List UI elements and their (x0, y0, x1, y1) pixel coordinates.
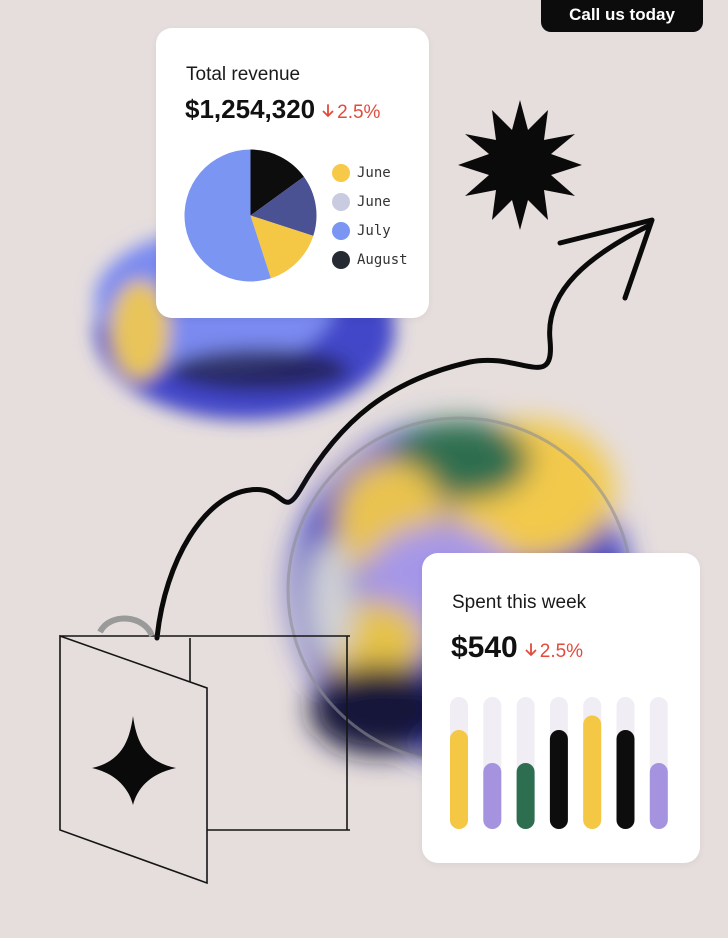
legend-dot (332, 250, 350, 269)
arrow-down-icon (525, 643, 537, 656)
revenue-card-title: Total revenue (186, 64, 301, 85)
legend-label: June (357, 164, 391, 181)
spent-card-title: Spent this week (452, 592, 587, 613)
handle-swirl (97, 615, 155, 638)
bar-3 (549, 730, 568, 829)
legend-item: July (332, 216, 408, 245)
revenue-card: Total revenue $1,254,320 2.5% June June … (156, 28, 429, 318)
bar-2 (516, 763, 535, 829)
bar-6 (649, 763, 668, 829)
spent-amount: $540 (451, 631, 518, 664)
starburst-icon (458, 100, 582, 230)
bar-4 (583, 715, 602, 829)
revenue-amount: $1,254,320 (185, 94, 316, 124)
bar-1 (483, 763, 502, 829)
revenue-change-value: 2.5% (337, 102, 381, 123)
call-us-button[interactable]: Call us today (541, 0, 703, 32)
legend-label: June (357, 193, 391, 210)
legend-item: August (332, 245, 408, 274)
bar-0 (450, 730, 468, 829)
revenue-amount-row: $1,254,320 2.5% (185, 94, 380, 125)
legend-dot (332, 192, 350, 211)
folded-box-outline (59, 634, 350, 885)
legend-item: June (332, 187, 408, 216)
arrow-down-icon (322, 104, 334, 117)
legend-dot (332, 163, 350, 182)
legend-label: August (357, 251, 408, 268)
spent-change: 2.5% (525, 641, 583, 663)
legend-item: June (332, 158, 408, 187)
revenue-change: 2.5% (322, 102, 380, 124)
bar-5 (616, 730, 635, 829)
revenue-pie-chart (184, 149, 317, 282)
legend-label: July (357, 222, 391, 239)
spent-change-value: 2.5% (539, 641, 584, 662)
spent-amount-row: $540 2.5% (451, 631, 583, 665)
legend-dot (332, 221, 350, 240)
pie-legend: June June July August (332, 158, 408, 274)
weekly-bar-chart (450, 697, 668, 829)
spent-card: Spent this week $540 2.5% (422, 553, 700, 863)
